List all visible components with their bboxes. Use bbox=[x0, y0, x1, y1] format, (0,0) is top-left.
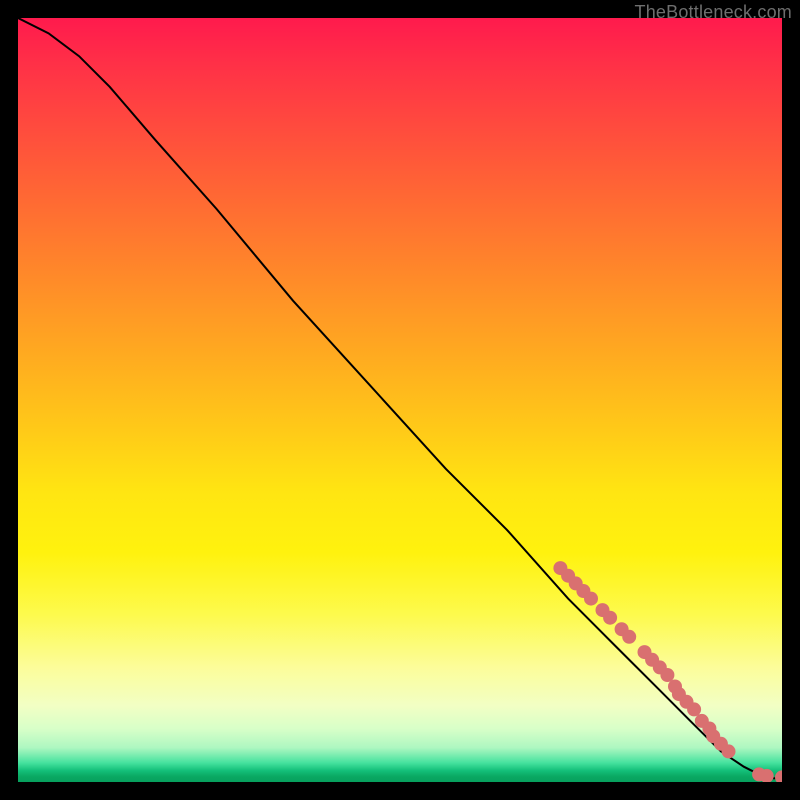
watermark-text: TheBottleneck.com bbox=[635, 2, 792, 23]
chart-frame: TheBottleneck.com bbox=[0, 0, 800, 800]
plot-background bbox=[18, 18, 782, 782]
